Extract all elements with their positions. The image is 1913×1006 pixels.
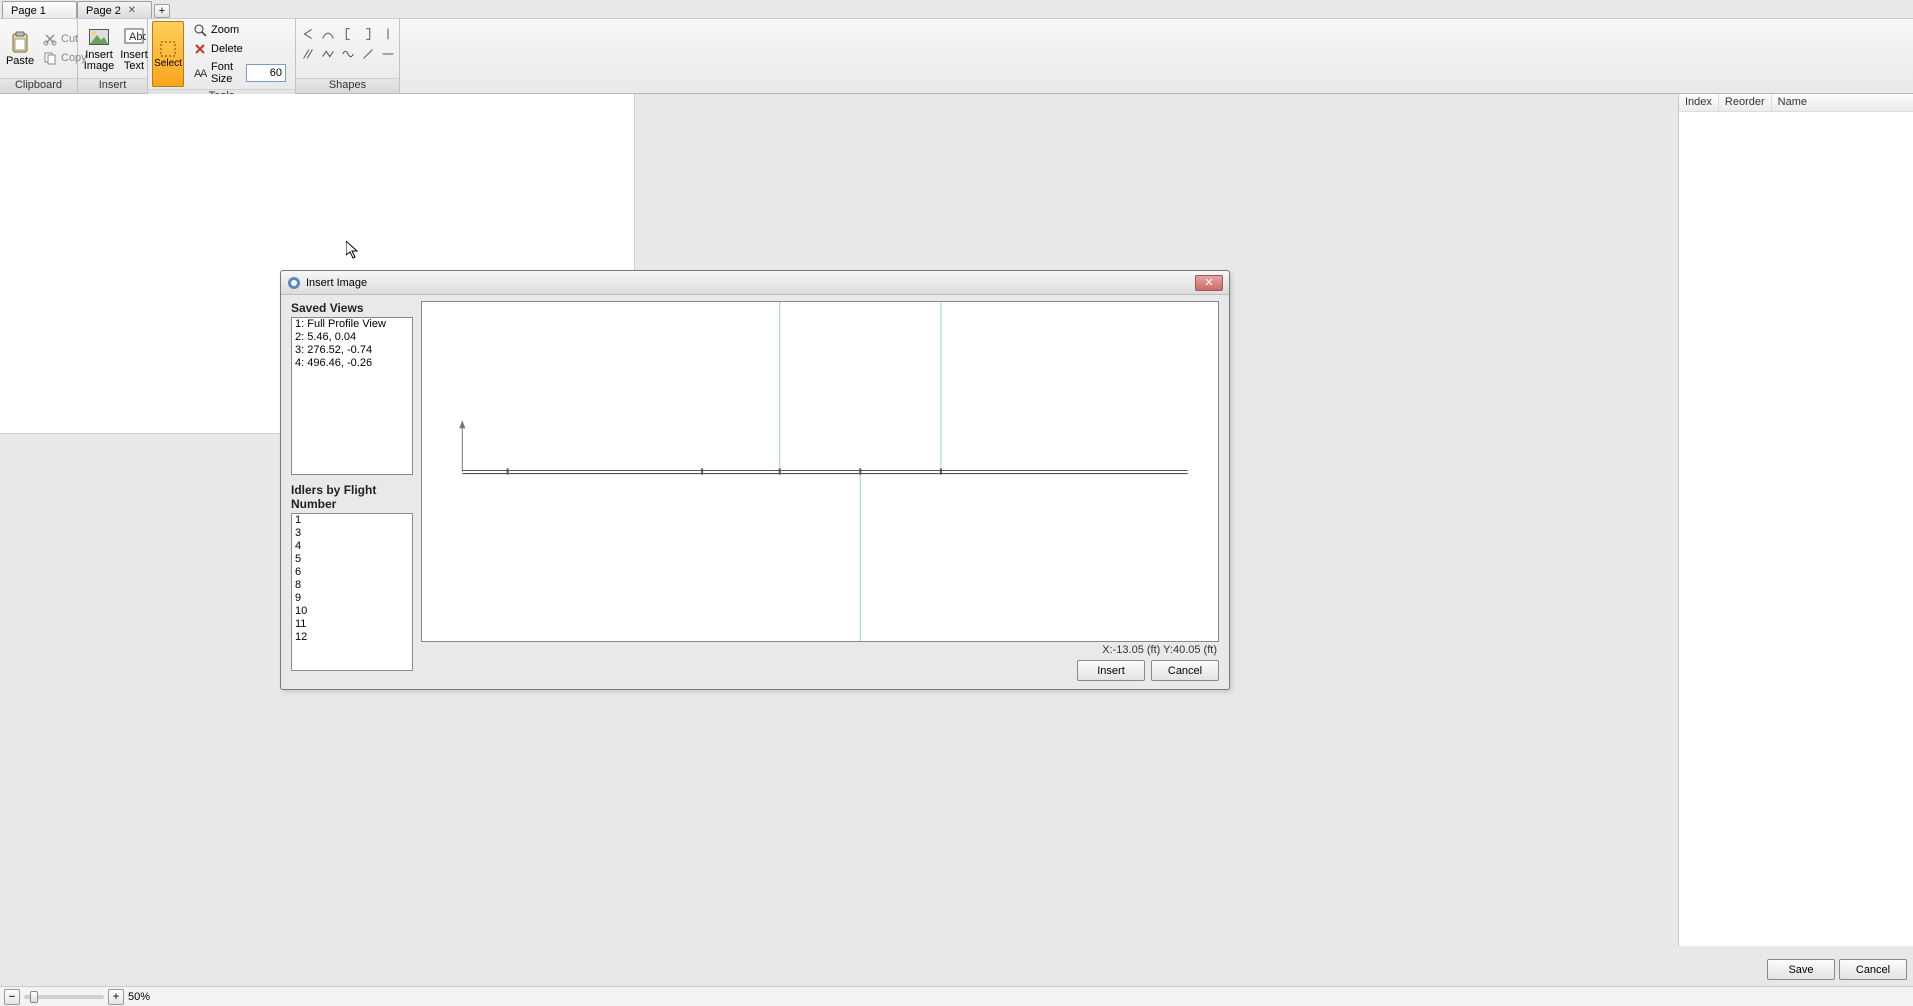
- shape-zigzag[interactable]: [319, 45, 337, 63]
- coordinate-readout: X:-13.05 (ft) Y:40.05 (ft): [421, 642, 1219, 658]
- shape-line-horiz[interactable]: [379, 45, 397, 63]
- paste-button[interactable]: Paste: [4, 21, 36, 76]
- shape-arrow-left[interactable]: [299, 25, 317, 43]
- col-index[interactable]: Index: [1679, 94, 1719, 111]
- delete-button[interactable]: Delete: [188, 40, 291, 58]
- dialog-close-button[interactable]: ✕: [1195, 275, 1223, 291]
- ribbon: Paste Cut Copy Clipboard: [0, 18, 1913, 94]
- idler-item[interactable]: 8: [292, 579, 412, 592]
- saved-view-item[interactable]: 2: 5.46, 0.04: [292, 331, 412, 344]
- dialog-titlebar[interactable]: Insert Image ✕: [281, 271, 1229, 295]
- svg-text:Abc: Abc: [129, 31, 146, 43]
- select-label: Select: [154, 58, 182, 69]
- side-panel: Index Reorder Name: [1678, 94, 1913, 946]
- footer-buttons: Save Cancel: [1767, 959, 1907, 980]
- idler-item[interactable]: 4: [292, 540, 412, 553]
- idler-item[interactable]: 10: [292, 605, 412, 618]
- tab-label: Page 1: [11, 5, 46, 17]
- cut-icon: [43, 32, 57, 46]
- group-label-insert: Insert: [78, 78, 147, 93]
- idler-item[interactable]: 6: [292, 566, 412, 579]
- delete-label: Delete: [211, 43, 243, 55]
- tab-page-2[interactable]: Page 2 ✕: [77, 1, 152, 18]
- font-size-row: AA Font Size: [188, 59, 291, 87]
- insert-text-label: Insert Text: [120, 50, 148, 72]
- copy-icon: [43, 51, 57, 65]
- dialog-cancel-button[interactable]: Cancel: [1151, 660, 1219, 681]
- workspace: Index Reorder Name Save Cancel Insert Im…: [0, 94, 1913, 986]
- idlers-label: Idlers by Flight Number: [291, 483, 413, 511]
- saved-views-list[interactable]: 1: Full Profile View2: 5.46, 0.043: 276.…: [291, 317, 413, 475]
- ribbon-group-shapes: Shapes: [296, 19, 400, 93]
- zoom-slider[interactable]: [24, 995, 104, 999]
- idler-item[interactable]: 12: [292, 631, 412, 644]
- group-label-shapes: Shapes: [296, 78, 399, 93]
- idler-item[interactable]: 11: [292, 618, 412, 631]
- tab-page-1[interactable]: Page 1: [2, 1, 77, 18]
- shape-lines-parallel[interactable]: [299, 45, 317, 63]
- app-icon: [287, 276, 301, 290]
- zoom-label: Zoom: [211, 24, 239, 36]
- fontsize-input[interactable]: [246, 64, 286, 82]
- saved-view-item[interactable]: 4: 496.46, -0.26: [292, 357, 412, 370]
- zoom-slider-thumb[interactable]: [30, 991, 38, 1003]
- dialog-insert-button[interactable]: Insert: [1077, 660, 1145, 681]
- dialog-title: Insert Image: [306, 277, 1195, 289]
- saved-view-item[interactable]: 1: Full Profile View: [292, 318, 412, 331]
- zoom-percent: 50%: [128, 991, 150, 1003]
- idler-item[interactable]: 1: [292, 514, 412, 527]
- shape-bracket-left[interactable]: [339, 25, 357, 43]
- profile-preview-svg: [422, 302, 1218, 641]
- insert-image-button[interactable]: Insert Image: [82, 21, 116, 76]
- cancel-button[interactable]: Cancel: [1839, 959, 1907, 980]
- group-label-clipboard: Clipboard: [0, 78, 77, 93]
- close-icon[interactable]: ✕: [127, 6, 137, 16]
- plus-icon: +: [159, 5, 165, 17]
- idler-item[interactable]: 3: [292, 527, 412, 540]
- idler-item[interactable]: 9: [292, 592, 412, 605]
- svg-text:A: A: [200, 68, 207, 80]
- delete-icon: [193, 42, 207, 56]
- idlers-list[interactable]: 1345689101112: [291, 513, 413, 671]
- tab-label: Page 2: [86, 5, 121, 17]
- insert-image-label: Insert Image: [84, 50, 115, 72]
- col-name[interactable]: Name: [1772, 94, 1913, 111]
- status-bar: − + 50%: [0, 986, 1913, 1006]
- page-tabstrip: Page 1 Page 2 ✕ +: [0, 0, 1913, 18]
- paste-label: Paste: [6, 56, 34, 67]
- paste-icon: [8, 31, 32, 55]
- zoom-in-button[interactable]: +: [108, 989, 124, 1005]
- saved-view-item[interactable]: 3: 276.52, -0.74: [292, 344, 412, 357]
- shape-arc[interactable]: [319, 25, 337, 43]
- saved-views-label: Saved Views: [291, 301, 413, 315]
- close-icon: ✕: [1204, 276, 1213, 289]
- image-icon: [87, 25, 111, 49]
- add-tab-button[interactable]: +: [154, 4, 170, 18]
- ribbon-group-insert: Insert Image Abc Insert Text Insert: [78, 19, 148, 93]
- fontsize-icon: AA: [193, 66, 207, 80]
- side-panel-header: Index Reorder Name: [1679, 94, 1913, 112]
- shape-line-diag[interactable]: [359, 45, 377, 63]
- shape-line-vertical[interactable]: [379, 25, 397, 43]
- insert-text-button[interactable]: Abc Insert Text: [118, 21, 150, 76]
- idler-item[interactable]: 5: [292, 553, 412, 566]
- zoom-icon: [193, 23, 207, 37]
- ribbon-group-clipboard: Paste Cut Copy Clipboard: [0, 19, 78, 93]
- shape-bracket-right[interactable]: [359, 25, 377, 43]
- preview-canvas[interactable]: [421, 301, 1219, 642]
- text-icon: Abc: [122, 25, 146, 49]
- zoom-button[interactable]: Zoom: [188, 21, 291, 39]
- ribbon-group-tools: Select Zoom Delete AA: [148, 19, 296, 93]
- select-button[interactable]: Select: [152, 21, 184, 87]
- save-button[interactable]: Save: [1767, 959, 1835, 980]
- select-icon: [159, 40, 177, 58]
- shape-wave[interactable]: [339, 45, 357, 63]
- cut-label: Cut: [61, 33, 78, 45]
- fontsize-label: Font Size: [211, 61, 242, 85]
- zoom-out-button[interactable]: −: [4, 989, 20, 1005]
- col-reorder[interactable]: Reorder: [1719, 94, 1772, 111]
- insert-image-dialog: Insert Image ✕ Saved Views 1: Full Profi…: [280, 270, 1230, 690]
